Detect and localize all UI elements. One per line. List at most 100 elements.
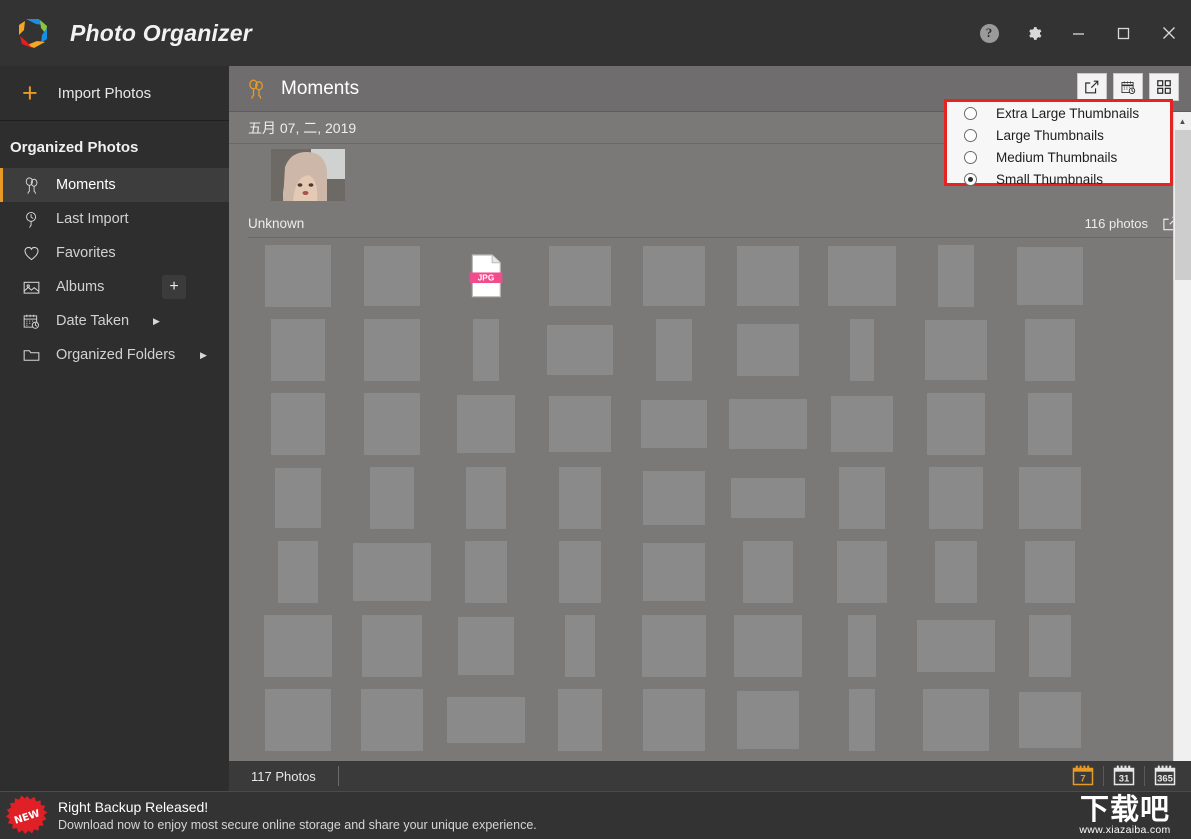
- date-view-button[interactable]: [1113, 73, 1143, 101]
- photo-thumbnail[interactable]: [737, 691, 799, 754]
- calendar-365-button[interactable]: 365: [1145, 761, 1185, 791]
- photo-thumbnail[interactable]: [361, 689, 423, 756]
- photo-thumbnail[interactable]: [370, 467, 414, 534]
- photo-thumbnail[interactable]: [364, 246, 420, 311]
- photo-thumbnail[interactable]: [271, 319, 325, 386]
- photo-thumbnail[interactable]: [1019, 692, 1081, 753]
- thumbnail-cell[interactable]: [533, 463, 627, 537]
- thumbnail-cell[interactable]: [251, 315, 345, 389]
- thumbnail-cell[interactable]: [1003, 685, 1097, 759]
- thumbnail-cell[interactable]: [909, 389, 1003, 463]
- thumbnail-size-option[interactable]: Small Thumbnails: [947, 168, 1170, 190]
- thumbnail-grid-scroll[interactable]: JPG: [229, 241, 1173, 821]
- thumbnail-size-button[interactable]: [1149, 73, 1179, 101]
- thumbnail-cell[interactable]: [533, 315, 627, 389]
- photo-thumbnail[interactable]: [925, 320, 987, 385]
- photo-thumbnail[interactable]: [935, 541, 977, 608]
- thumbnail-cell[interactable]: [721, 389, 815, 463]
- sidebar-item-moments[interactable]: Moments: [0, 168, 229, 202]
- thumbnail-cell[interactable]: [627, 611, 721, 685]
- thumbnail-cell[interactable]: [345, 315, 439, 389]
- photo-thumbnail[interactable]: [1029, 615, 1071, 682]
- thumbnail-cell[interactable]: [909, 463, 1003, 537]
- thumbnail-cell[interactable]: [815, 463, 909, 537]
- thumbnail-size-option[interactable]: Medium Thumbnails: [947, 146, 1170, 168]
- thumbnail-size-menu[interactable]: Extra Large ThumbnailsLarge ThumbnailsMe…: [944, 99, 1173, 186]
- thumbnail-cell[interactable]: [533, 611, 627, 685]
- gear-icon[interactable]: [1010, 0, 1056, 66]
- photo-thumbnail[interactable]: [729, 399, 807, 454]
- promo-banner[interactable]: NEW Right Backup Released! Download now …: [0, 791, 1191, 839]
- maximize-icon[interactable]: [1101, 0, 1146, 66]
- sidebar-item-organized-folders[interactable]: Organized Folders ▶: [0, 338, 229, 372]
- photo-thumbnail[interactable]: [643, 543, 705, 606]
- thumbnail-cell[interactable]: [1003, 463, 1097, 537]
- thumbnail-cell[interactable]: [251, 463, 345, 537]
- sidebar-item-albums[interactable]: Albums +: [0, 270, 229, 304]
- photo-thumbnail[interactable]: [559, 541, 601, 608]
- thumbnail-cell[interactable]: [533, 241, 627, 315]
- photo-thumbnail[interactable]: [848, 615, 876, 682]
- thumbnail-cell[interactable]: [815, 685, 909, 759]
- photo-thumbnail[interactable]: [737, 324, 799, 381]
- photo-thumbnail[interactable]: [656, 319, 692, 386]
- thumbnail-cell[interactable]: [533, 537, 627, 611]
- thumbnail-cell[interactable]: [627, 315, 721, 389]
- thumbnail-size-option[interactable]: Large Thumbnails: [947, 124, 1170, 146]
- photo-thumbnail[interactable]: [1025, 541, 1075, 608]
- photo-thumbnail[interactable]: [362, 615, 422, 682]
- photo-thumbnail[interactable]: [850, 319, 874, 386]
- photo-thumbnail[interactable]: [831, 396, 893, 457]
- thumbnail-cell[interactable]: [533, 685, 627, 759]
- thumbnail-cell[interactable]: [1003, 241, 1097, 315]
- thumbnail-cell[interactable]: [439, 611, 533, 685]
- photo-thumbnail[interactable]: [849, 689, 875, 756]
- thumbnail-cell[interactable]: [721, 537, 815, 611]
- photo-thumbnail[interactable]: [643, 246, 705, 311]
- photo-thumbnail[interactable]: [264, 615, 332, 682]
- thumbnail-cell[interactable]: [909, 537, 1003, 611]
- thumbnail-cell[interactable]: [439, 315, 533, 389]
- radio-icon[interactable]: [964, 129, 977, 142]
- thumbnail-cell[interactable]: [909, 611, 1003, 685]
- photo-thumbnail[interactable]: [731, 478, 805, 523]
- thumbnail-cell[interactable]: [815, 611, 909, 685]
- thumbnail-cell[interactable]: [627, 685, 721, 759]
- photo-thumbnail[interactable]: [743, 541, 793, 608]
- thumbnail-cell[interactable]: [345, 611, 439, 685]
- thumbnail-cell[interactable]: [909, 241, 1003, 315]
- minimize-icon[interactable]: [1056, 0, 1101, 66]
- thumbnail-cell[interactable]: [251, 611, 345, 685]
- photo-thumbnail[interactable]: [447, 697, 525, 748]
- chevron-right-icon[interactable]: ▶: [153, 316, 160, 327]
- help-icon[interactable]: ?: [968, 0, 1010, 66]
- thumbnail-cell[interactable]: [345, 685, 439, 759]
- photo-thumbnail[interactable]: [265, 689, 331, 756]
- photo-thumbnail[interactable]: [1025, 319, 1075, 386]
- moment-thumbnail[interactable]: [271, 149, 345, 201]
- photo-thumbnail[interactable]: [938, 245, 974, 312]
- thumbnail-cell[interactable]: [345, 389, 439, 463]
- photo-thumbnail[interactable]: [642, 615, 706, 682]
- thumbnail-cell[interactable]: [439, 389, 533, 463]
- thumbnail-cell[interactable]: [251, 241, 345, 315]
- thumbnail-cell[interactable]: [345, 241, 439, 315]
- sidebar-item-last-import[interactable]: Last Import: [0, 202, 229, 236]
- photo-thumbnail[interactable]: [923, 689, 989, 756]
- photo-thumbnail[interactable]: [641, 400, 707, 453]
- photo-thumbnail[interactable]: [271, 393, 325, 460]
- sidebar-item-date-taken[interactable]: Date Taken ▶: [0, 304, 229, 338]
- add-album-button[interactable]: +: [162, 275, 186, 299]
- photo-thumbnail[interactable]: [558, 689, 602, 756]
- thumbnail-cell[interactable]: [1003, 389, 1097, 463]
- close-icon[interactable]: [1146, 0, 1191, 66]
- thumbnail-cell[interactable]: [439, 685, 533, 759]
- photo-thumbnail[interactable]: [737, 246, 799, 311]
- photo-thumbnail[interactable]: [1028, 393, 1072, 460]
- scroll-up-arrow[interactable]: ▲: [1174, 112, 1191, 130]
- thumbnail-size-option[interactable]: Extra Large Thumbnails: [947, 102, 1170, 124]
- thumbnail-cell[interactable]: [909, 685, 1003, 759]
- thumbnail-cell[interactable]: [815, 241, 909, 315]
- photo-thumbnail[interactable]: [364, 319, 420, 386]
- thumbnail-cell[interactable]: [1003, 611, 1097, 685]
